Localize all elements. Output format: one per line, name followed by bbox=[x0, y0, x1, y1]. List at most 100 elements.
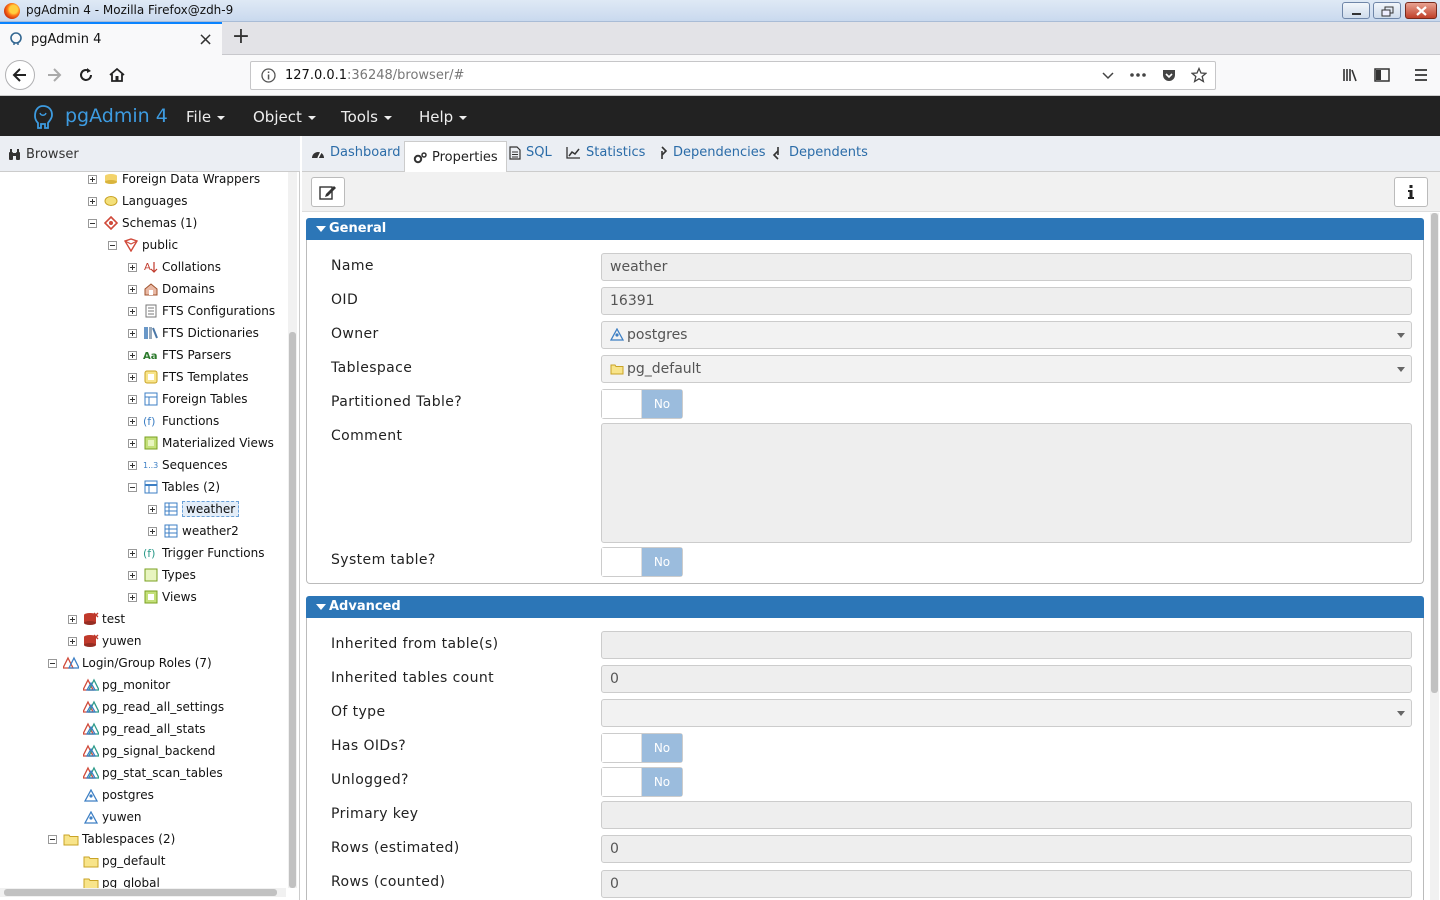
tree-node[interactable]: 1..3 Sequences bbox=[128, 454, 227, 476]
tab-dependents[interactable]: Dependents bbox=[772, 145, 868, 160]
tab-dashboard[interactable]: Dashboard bbox=[311, 145, 401, 160]
menu-object[interactable]: Object bbox=[253, 108, 316, 126]
comment-textarea[interactable] bbox=[601, 423, 1412, 543]
tree-node[interactable]: weather bbox=[148, 498, 240, 520]
of-type-select[interactable] bbox=[601, 699, 1412, 727]
minimize-button[interactable] bbox=[1342, 2, 1370, 19]
advanced-section-header[interactable]: Advanced bbox=[306, 596, 1424, 618]
collapse-icon[interactable] bbox=[108, 240, 117, 250]
expand-icon[interactable] bbox=[128, 460, 137, 470]
edit-button[interactable] bbox=[311, 177, 345, 207]
name-field[interactable]: weather bbox=[601, 253, 1412, 281]
app-brand[interactable]: pgAdmin 4 bbox=[65, 105, 168, 127]
tree-node[interactable]: pg_global bbox=[83, 872, 160, 888]
collapse-icon[interactable] bbox=[128, 482, 137, 492]
menu-file[interactable]: File bbox=[186, 108, 226, 126]
primary-key-field[interactable] bbox=[601, 801, 1412, 829]
tree-node[interactable]: Tablespaces (2) bbox=[48, 828, 175, 850]
scrollbar-thumb[interactable] bbox=[1431, 213, 1438, 693]
tree-horizontal-scrollbar[interactable] bbox=[0, 888, 286, 897]
restore-button[interactable] bbox=[1373, 2, 1401, 19]
tree-node[interactable]: Domains bbox=[128, 278, 215, 300]
inherited-from-field[interactable] bbox=[601, 631, 1412, 659]
tree-node[interactable]: A Collations bbox=[128, 256, 221, 278]
sidebar-button[interactable] bbox=[1368, 61, 1396, 89]
tree-node[interactable]: FTS Configurations bbox=[128, 300, 275, 322]
expand-icon[interactable] bbox=[128, 372, 137, 382]
more-actions-icon[interactable] bbox=[1129, 67, 1147, 83]
close-window-button[interactable] bbox=[1405, 2, 1437, 19]
menu-tools[interactable]: Tools bbox=[341, 108, 392, 126]
general-section-header[interactable]: General bbox=[306, 218, 1424, 240]
has-oids-toggle[interactable]: No bbox=[601, 733, 683, 763]
address-bar[interactable]: 127.0.0.1:36248/browser/# bbox=[250, 61, 1216, 90]
tree-node[interactable]: Schemas (1) bbox=[88, 212, 197, 234]
expand-icon[interactable] bbox=[128, 262, 137, 272]
system-table-toggle[interactable]: No bbox=[601, 547, 683, 577]
pocket-icon[interactable] bbox=[1161, 67, 1177, 83]
tree-node[interactable]: yuwen bbox=[68, 630, 142, 652]
expand-icon[interactable] bbox=[128, 284, 137, 294]
back-button[interactable] bbox=[5, 60, 35, 90]
tree-node[interactable]: Tables (2) bbox=[128, 476, 220, 498]
expand-icon[interactable] bbox=[128, 438, 137, 448]
home-button[interactable] bbox=[103, 61, 131, 89]
partitioned-toggle[interactable]: No bbox=[601, 389, 683, 419]
new-tab-button[interactable]: + bbox=[229, 24, 253, 49]
tree-node[interactable]: Languages bbox=[88, 190, 187, 212]
library-button[interactable] bbox=[1336, 61, 1364, 89]
tree-node[interactable]: Login/Group Roles (7) bbox=[48, 652, 212, 674]
expand-icon[interactable] bbox=[128, 548, 137, 558]
collapse-icon[interactable] bbox=[48, 658, 57, 668]
tree-node[interactable]: pg_signal_backend bbox=[83, 740, 215, 762]
browser-tab-pgadmin[interactable]: pgAdmin 4 × bbox=[0, 22, 222, 55]
tab-properties[interactable]: Properties bbox=[404, 141, 507, 173]
expand-icon[interactable] bbox=[68, 614, 77, 624]
expand-icon[interactable] bbox=[128, 592, 137, 602]
tree-node[interactable]: public bbox=[108, 234, 178, 256]
expand-icon[interactable] bbox=[88, 196, 97, 206]
info-button[interactable] bbox=[1394, 177, 1428, 207]
expand-icon[interactable] bbox=[128, 350, 137, 360]
chevron-down-icon[interactable] bbox=[1101, 67, 1115, 83]
scrollbar-thumb[interactable] bbox=[4, 889, 277, 896]
unlogged-toggle[interactable]: No bbox=[601, 767, 683, 797]
tree-node[interactable]: (f) Trigger Functions bbox=[128, 542, 265, 564]
forward-button[interactable] bbox=[40, 61, 68, 89]
rows-estimated-field[interactable]: 0 bbox=[601, 835, 1412, 863]
tree-node[interactable]: test bbox=[68, 608, 125, 630]
expand-icon[interactable] bbox=[148, 504, 157, 514]
tree-node[interactable]: FTS Templates bbox=[128, 366, 248, 388]
address-url[interactable]: 127.0.0.1:36248/browser/# bbox=[285, 68, 464, 83]
site-info-icon[interactable] bbox=[261, 68, 276, 83]
tree-node[interactable]: pg_stat_scan_tables bbox=[83, 762, 223, 784]
tree-node[interactable]: (f) Functions bbox=[128, 410, 219, 432]
oid-field[interactable]: 16391 bbox=[601, 287, 1412, 315]
tree-node[interactable]: FTS Dictionaries bbox=[128, 322, 259, 344]
menu-button[interactable] bbox=[1407, 61, 1435, 89]
reload-button[interactable] bbox=[72, 61, 100, 89]
owner-select[interactable]: postgres bbox=[601, 321, 1412, 349]
tree-node[interactable]: Aa FTS Parsers bbox=[128, 344, 231, 366]
tab-sql[interactable]: SQL bbox=[509, 145, 552, 160]
expand-icon[interactable] bbox=[68, 636, 77, 646]
expand-icon[interactable] bbox=[88, 174, 97, 184]
tree-node[interactable]: pg_monitor bbox=[83, 674, 170, 696]
expand-icon[interactable] bbox=[128, 394, 137, 404]
menu-help[interactable]: Help bbox=[419, 108, 468, 126]
tree-node[interactable]: postgres bbox=[83, 784, 154, 806]
expand-icon[interactable] bbox=[148, 526, 157, 536]
tab-dependencies[interactable]: Dependencies bbox=[656, 145, 766, 160]
tree-node[interactable]: Materialized Views bbox=[128, 432, 274, 454]
tree-node[interactable]: pg_default bbox=[83, 850, 165, 872]
tree-node[interactable]: weather2 bbox=[148, 520, 239, 542]
tree-vertical-scrollbar[interactable] bbox=[288, 172, 297, 888]
collapse-icon[interactable] bbox=[48, 834, 57, 844]
inherited-count-field[interactable]: 0 bbox=[601, 665, 1412, 693]
tree-node[interactable]: Types bbox=[128, 564, 196, 586]
bookmark-star-icon[interactable] bbox=[1191, 67, 1207, 83]
expand-icon[interactable] bbox=[128, 570, 137, 580]
collapse-icon[interactable] bbox=[88, 218, 97, 228]
expand-icon[interactable] bbox=[128, 328, 137, 338]
close-tab-button[interactable]: × bbox=[198, 29, 213, 50]
